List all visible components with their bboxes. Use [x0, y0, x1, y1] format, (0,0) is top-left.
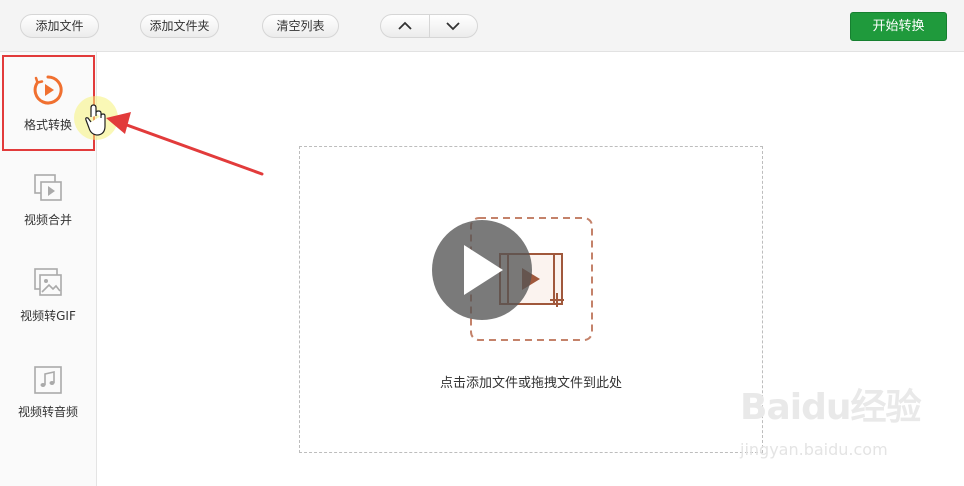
chevron-up-icon: [398, 21, 412, 30]
sidebar-item-video-merge[interactable]: 视频合并: [0, 162, 96, 258]
watermark: Baidu经验 jingyan.baidu.com: [740, 378, 940, 478]
music-note-icon: [34, 366, 62, 394]
sidebar-item-label: 视频合并: [23, 213, 72, 227]
sidebar: 格式转换 视频合并 视频转GIF 视频转音频: [0, 52, 97, 486]
move-up-button[interactable]: [381, 15, 429, 37]
clear-list-button[interactable]: 清空列表: [262, 14, 339, 38]
file-drop-zone[interactable]: 点击添加文件或拖拽文件到此处: [299, 146, 763, 453]
add-file-button[interactable]: 添加文件: [20, 14, 99, 38]
sidebar-item-video-to-audio[interactable]: 视频转音频: [0, 354, 96, 450]
chevron-down-icon: [446, 22, 460, 31]
watermark-brand: Baidu经验: [740, 387, 921, 428]
play-circle-icon: [33, 75, 63, 105]
drop-hint-text: 点击添加文件或拖拽文件到此处: [439, 376, 622, 391]
move-buttons: [380, 14, 478, 38]
add-video-icon: [470, 217, 593, 341]
image-icon: [34, 268, 62, 296]
red-arrow: [106, 112, 264, 176]
sidebar-item-format-convert[interactable]: 格式转换: [0, 54, 96, 150]
toolbar: 添加文件 添加文件夹 清空列表 开始转换: [0, 0, 964, 52]
start-convert-button[interactable]: 开始转换: [850, 12, 947, 41]
sidebar-item-label: 视频转音频: [17, 405, 78, 419]
sidebar-item-video-to-gif[interactable]: 视频转GIF: [0, 258, 96, 354]
move-down-button[interactable]: [428, 15, 478, 37]
sidebar-item-label: 格式转换: [23, 118, 72, 132]
video-merge-icon: [34, 174, 62, 201]
sidebar-item-label: 视频转GIF: [20, 309, 76, 323]
add-folder-button[interactable]: 添加文件夹: [140, 14, 219, 38]
